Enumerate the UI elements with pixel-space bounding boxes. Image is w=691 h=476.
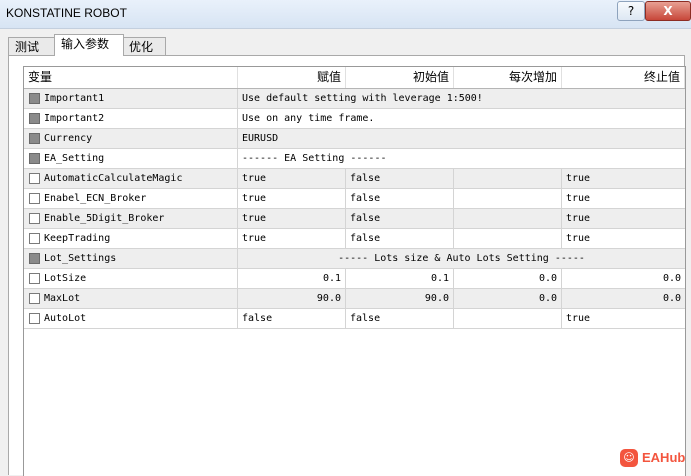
param-stop[interactable]: 0.0	[562, 269, 685, 288]
table-row[interactable]: Important1 Use default setting with leve…	[24, 89, 685, 109]
param-start[interactable]: false	[346, 189, 454, 208]
table-row[interactable]: AutomaticCalculateMagic true false true	[24, 169, 685, 189]
column-header-stop[interactable]: 终止值	[562, 67, 685, 88]
param-value[interactable]: 0.1	[238, 269, 346, 288]
param-name: AutoLot	[24, 309, 238, 328]
param-name: MaxLot	[24, 289, 238, 308]
param-value[interactable]: true	[238, 189, 346, 208]
param-value[interactable]: Use on any time frame.	[238, 109, 685, 128]
param-step[interactable]: 0.0	[454, 289, 562, 308]
param-name: LotSize	[24, 269, 238, 288]
param-value[interactable]: ----- Lots size & Auto Lots Setting ----…	[238, 249, 685, 268]
param-start[interactable]: 90.0	[346, 289, 454, 308]
param-name: Enabel_ECN_Broker	[24, 189, 238, 208]
eahub-logo-text: EAHub	[642, 450, 686, 465]
param-stop[interactable]: true	[562, 169, 685, 188]
table-row[interactable]: EA_Setting ------ EA Setting ------	[24, 149, 685, 169]
table-row[interactable]: Currency EURUSD	[24, 129, 685, 149]
param-name: AutomaticCalculateMagic	[24, 169, 238, 188]
param-name: Important1	[24, 89, 238, 108]
param-name: Currency	[24, 129, 238, 148]
param-start[interactable]: false	[346, 169, 454, 188]
param-value[interactable]: ------ EA Setting ------	[238, 149, 685, 168]
table-row[interactable]: KeepTrading true false true	[24, 229, 685, 249]
param-name: EA_Setting	[24, 149, 238, 168]
close-button[interactable]: X	[645, 1, 691, 21]
window-title: KONSTATINE ROBOT	[6, 6, 127, 20]
table-row[interactable]: Important2 Use on any time frame.	[24, 109, 685, 129]
param-step[interactable]	[454, 209, 562, 228]
param-start[interactable]: false	[346, 209, 454, 228]
param-stop[interactable]: 0.0	[562, 289, 685, 308]
param-value[interactable]: false	[238, 309, 346, 328]
column-header-variable[interactable]: 变量	[24, 67, 238, 88]
parameters-panel: 变量 赋值 初始值 每次增加 终止值 Important1 Use defaul…	[8, 55, 686, 476]
param-step[interactable]	[454, 169, 562, 188]
param-name: Enable_5Digit_Broker	[24, 209, 238, 228]
column-header-start[interactable]: 初始值	[346, 67, 454, 88]
table-row[interactable]: AutoLot false false true	[24, 309, 685, 329]
param-start[interactable]: 0.1	[346, 269, 454, 288]
param-value[interactable]: EURUSD	[238, 129, 685, 148]
eahub-logo-icon: ☺	[620, 449, 638, 467]
param-name: Important2	[24, 109, 238, 128]
eahub-watermark: ☺ EAHub	[620, 448, 688, 470]
tab-input-parameters[interactable]: 输入参数	[54, 34, 124, 56]
column-header-step[interactable]: 每次增加	[454, 67, 562, 88]
table-row[interactable]: MaxLot 90.0 90.0 0.0 0.0	[24, 289, 685, 309]
table-row[interactable]: Enabel_ECN_Broker true false true	[24, 189, 685, 209]
param-step[interactable]	[454, 229, 562, 248]
help-button[interactable]: ?	[617, 1, 645, 21]
param-name: KeepTrading	[24, 229, 238, 248]
table-row[interactable]: LotSize 0.1 0.1 0.0 0.0	[24, 269, 685, 289]
title-bar: KONSTATINE ROBOT ? X	[0, 0, 691, 29]
tab-optimization[interactable]: 优化	[122, 37, 166, 56]
param-stop[interactable]: true	[562, 309, 685, 328]
column-header-value[interactable]: 赋值	[238, 67, 346, 88]
param-stop[interactable]: true	[562, 209, 685, 228]
param-value[interactable]: true	[238, 169, 346, 188]
param-start[interactable]: false	[346, 309, 454, 328]
param-value[interactable]: Use default setting with leverage 1:500!	[238, 89, 685, 108]
parameters-table: 变量 赋值 初始值 每次增加 终止值 Important1 Use defaul…	[23, 66, 686, 476]
param-step[interactable]	[454, 189, 562, 208]
param-name: Lot_Settings	[24, 249, 238, 268]
param-start[interactable]: false	[346, 229, 454, 248]
table-header: 变量 赋值 初始值 每次增加 终止值	[24, 67, 685, 89]
param-value[interactable]: true	[238, 229, 346, 248]
table-row[interactable]: Lot_Settings ----- Lots size & Auto Lots…	[24, 249, 685, 269]
param-stop[interactable]: true	[562, 229, 685, 248]
param-step[interactable]	[454, 309, 562, 328]
param-value[interactable]: true	[238, 209, 346, 228]
param-step[interactable]: 0.0	[454, 269, 562, 288]
param-stop[interactable]: true	[562, 189, 685, 208]
param-value[interactable]: 90.0	[238, 289, 346, 308]
tab-testing[interactable]: 测试	[8, 37, 56, 56]
table-row[interactable]: Enable_5Digit_Broker true false true	[24, 209, 685, 229]
